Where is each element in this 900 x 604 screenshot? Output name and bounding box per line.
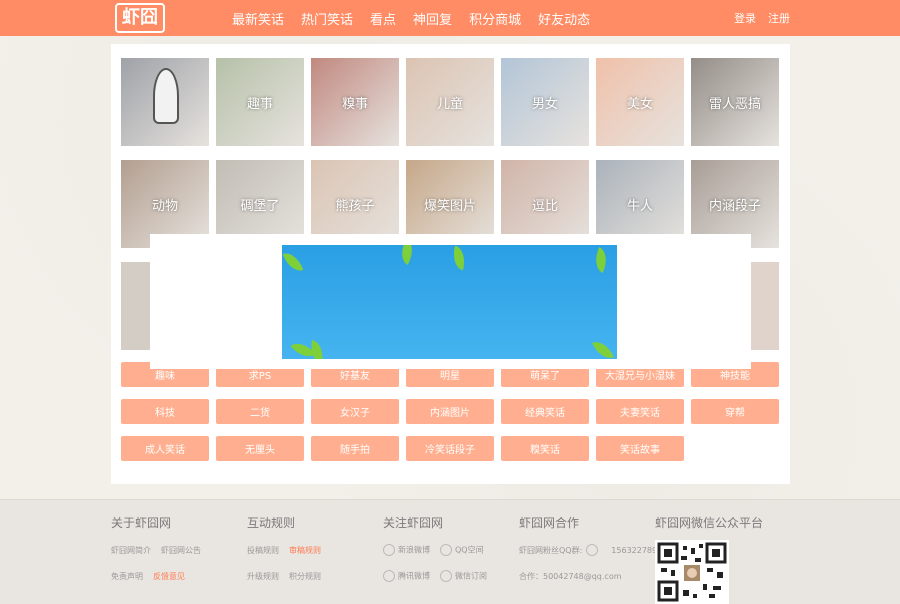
nav-reply[interactable]: 神回复 xyxy=(413,9,452,28)
coop-email: 合作：50042748@qq.com xyxy=(519,571,622,582)
site-footer: 关于虾囧网 虾囧网简介虾囧网公告 免责声明反馈意见 互动规则 投稿规则审稿规则 … xyxy=(0,499,900,604)
category-tile[interactable]: 儿童 xyxy=(406,58,494,146)
main-nav: 最新笑话 热门笑话 看点 神回复 积分商城 好友动态 xyxy=(232,0,590,36)
qq-penguin-icon xyxy=(586,544,598,556)
nav-mall[interactable]: 积分商城 xyxy=(469,9,521,28)
register-link[interactable]: 注册 xyxy=(768,10,790,26)
tile-label: 男女 xyxy=(501,58,589,146)
tag-button[interactable]: 无厘头 xyxy=(216,436,304,461)
tencent-weibo-icon xyxy=(383,570,395,582)
sina-weibo-link[interactable]: 新浪微博 xyxy=(398,546,430,555)
tag-button[interactable]: 科技 xyxy=(121,399,209,424)
footer-about-title: 关于虾囧网 xyxy=(111,514,201,531)
leaf-decoration xyxy=(395,245,418,265)
footer-rules-title: 互动规则 xyxy=(247,514,321,531)
about-intro-link[interactable]: 虾囧网简介 xyxy=(111,545,151,556)
ad-banner[interactable] xyxy=(282,245,617,359)
leaf-decoration xyxy=(590,247,612,273)
login-link[interactable]: 登录 xyxy=(734,10,756,26)
leaf-decoration xyxy=(592,337,614,359)
tag-button[interactable]: 夫妻笑话 xyxy=(596,399,684,424)
qq-group-number: 156322789 xyxy=(611,546,657,555)
tag-button[interactable]: 二货 xyxy=(216,399,304,424)
category-tile[interactable]: 美女 xyxy=(596,58,684,146)
category-tile[interactable]: 男女 xyxy=(501,58,589,146)
tag-button[interactable]: 经典笑话 xyxy=(501,399,589,424)
category-tile[interactable]: 趣事 xyxy=(216,58,304,146)
tile-label: 美女 xyxy=(596,58,684,146)
tile-label: 趣事 xyxy=(216,58,304,146)
tag-button[interactable]: 穿帮 xyxy=(691,399,779,424)
nav-friends[interactable]: 好友动态 xyxy=(538,9,590,28)
footer-wechat-title: 虾囧网微信公众平台 xyxy=(655,514,763,531)
footer-follow: 关注虾囧网 新浪微博 QQ空间 腾讯微博 微信订阅 xyxy=(383,514,487,593)
tile-label xyxy=(121,58,209,146)
wechat-icon xyxy=(440,570,452,582)
tag-button[interactable]: 成人笑话 xyxy=(121,436,209,461)
leaf-decoration xyxy=(449,246,468,271)
popup-overlay xyxy=(150,234,751,369)
weibo-icon xyxy=(383,544,395,556)
category-tile[interactable] xyxy=(121,58,209,146)
footer-about: 关于虾囧网 虾囧网简介虾囧网公告 免责声明反馈意见 xyxy=(111,514,201,593)
top-header: 虾囧 最新笑话 热门笑话 看点 神回复 积分商城 好友动态 登录 注册 xyxy=(0,0,900,36)
tencent-weibo-link[interactable]: 腾讯微博 xyxy=(398,572,430,581)
review-rules-link[interactable]: 审稿规则 xyxy=(289,545,321,556)
site-logo[interactable]: 虾囧 xyxy=(115,3,167,33)
tag-button[interactable]: 内涵图片 xyxy=(406,399,494,424)
wechat-subscribe-link[interactable]: 微信订阅 xyxy=(455,572,487,581)
tag-button[interactable]: 女汉子 xyxy=(311,399,399,424)
category-tile[interactable]: 雷人恶搞 xyxy=(691,58,779,146)
footer-follow-title: 关注虾囧网 xyxy=(383,514,487,531)
points-rules-link[interactable]: 积分规则 xyxy=(289,571,321,582)
feedback-link[interactable]: 反馈意见 xyxy=(153,571,185,582)
nav-latest[interactable]: 最新笑话 xyxy=(232,9,284,28)
footer-wechat: 虾囧网微信公众平台 xyxy=(655,514,763,541)
tag-button[interactable]: 随手拍 xyxy=(311,436,399,461)
qzone-link[interactable]: QQ空间 xyxy=(455,546,484,555)
nav-hot[interactable]: 热门笑话 xyxy=(301,9,353,28)
qq-group-label: 虾囧网粉丝QQ群: xyxy=(519,545,582,556)
wechat-qr-code xyxy=(655,540,729,604)
tag-button[interactable]: 笑话故事 xyxy=(596,436,684,461)
tile-label: 雷人恶搞 xyxy=(691,58,779,146)
category-tile[interactable]: 糗事 xyxy=(311,58,399,146)
tag-button[interactable]: 冷笑话段子 xyxy=(406,436,494,461)
star-icon xyxy=(440,544,452,556)
about-notice-link[interactable]: 虾囧网公告 xyxy=(161,545,201,556)
disclaimer-link[interactable]: 免责声明 xyxy=(111,571,143,582)
footer-coop: 虾囧网合作 虾囧网粉丝QQ群: 156322789 合作：50042748@qq.… xyxy=(519,514,657,593)
auth-links: 登录 注册 xyxy=(734,0,790,36)
tile-label: 儿童 xyxy=(406,58,494,146)
tag-button[interactable]: 糗笑话 xyxy=(501,436,589,461)
submit-rules-link[interactable]: 投稿规则 xyxy=(247,545,279,556)
leaf-decoration xyxy=(283,249,304,274)
tile-label: 糗事 xyxy=(311,58,399,146)
upgrade-rules-link[interactable]: 升级规则 xyxy=(247,571,279,582)
footer-rules: 互动规则 投稿规则审稿规则 升级规则积分规则 xyxy=(247,514,321,593)
footer-coop-title: 虾囧网合作 xyxy=(519,514,657,531)
nav-kandian[interactable]: 看点 xyxy=(370,9,396,28)
